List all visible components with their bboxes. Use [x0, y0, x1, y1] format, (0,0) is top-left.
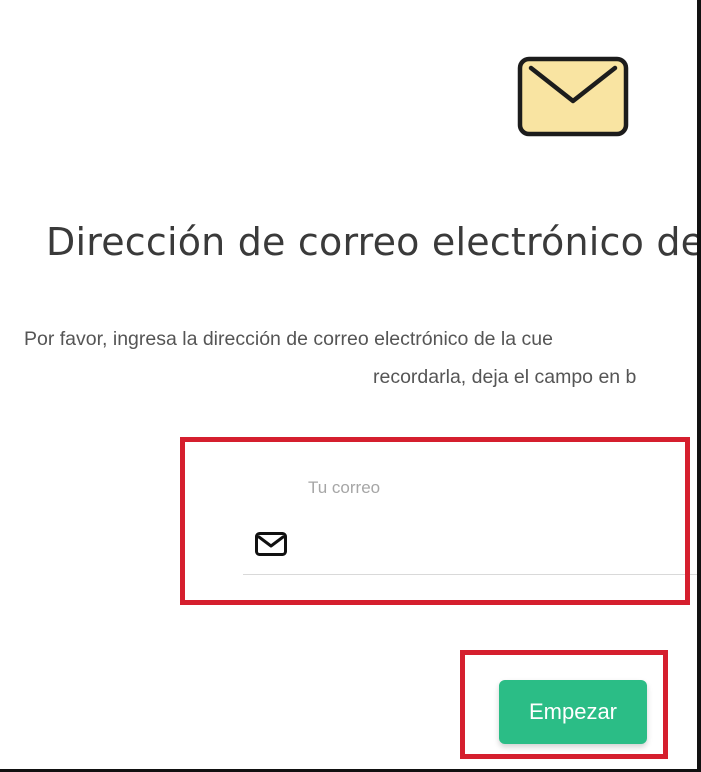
description-line-1: Por favor, ingresa la dirección de corre…: [24, 328, 553, 350]
description-line-2: recordarla, deja el campo en b: [373, 366, 637, 388]
highlight-box-email-field: [180, 437, 690, 605]
screenshot-border-right: [697, 0, 701, 772]
page: Dirección de correo electrónico de Por f…: [0, 0, 697, 769]
envelope-icon: [517, 56, 629, 137]
page-title: Dirección de correo electrónico de: [46, 220, 697, 264]
highlight-box-start-button: [460, 650, 668, 759]
